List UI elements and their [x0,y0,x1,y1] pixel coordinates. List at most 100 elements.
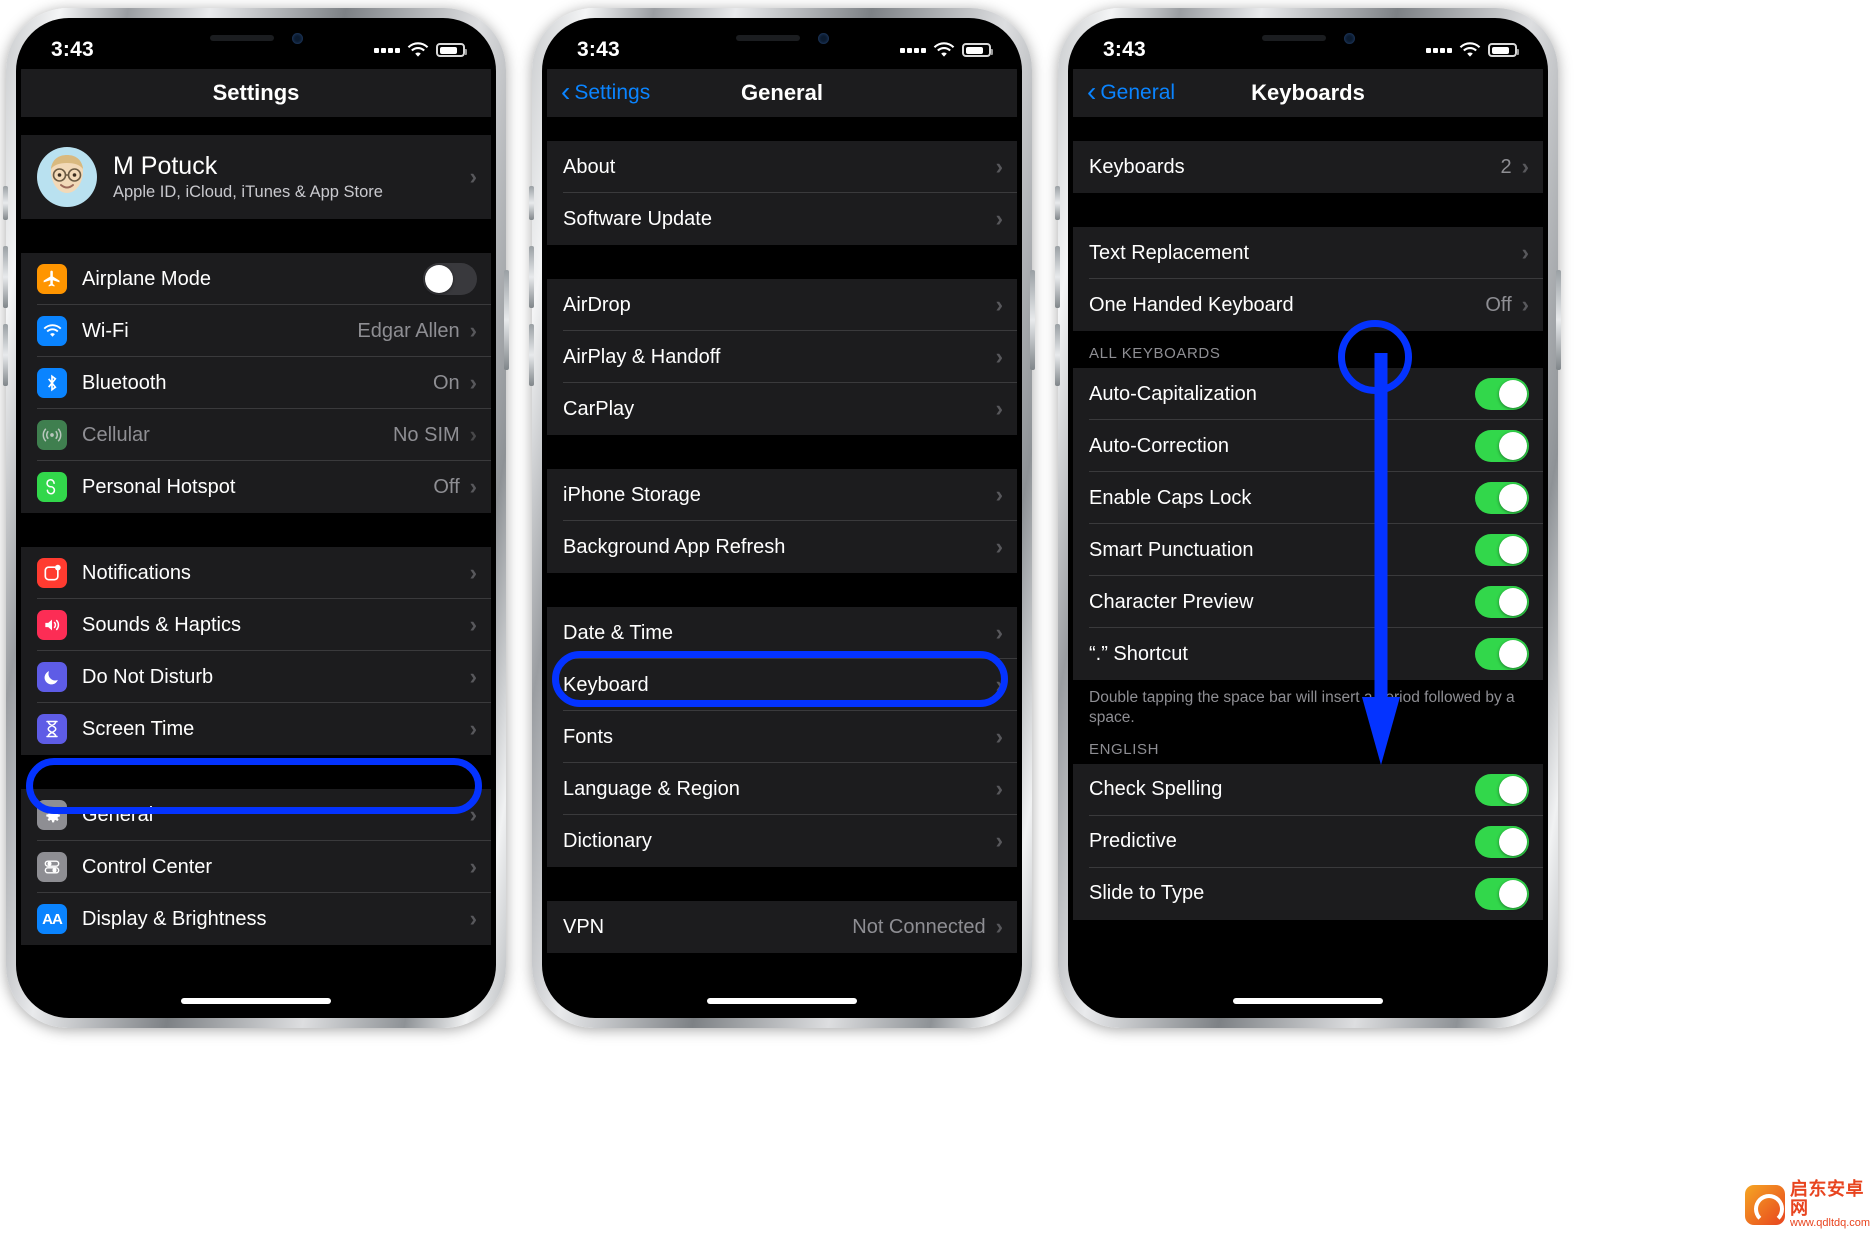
settings-row-do-not-disturb[interactable]: Do Not Disturb › [21,651,491,703]
predictive-toggle[interactable] [1475,825,1529,858]
general-row-about[interactable]: About › [547,141,1017,193]
general-row-vpn[interactable]: VPN Not Connected › [547,901,1017,953]
auto-capitalization-toggle[interactable] [1475,378,1529,410]
general-row-date-time[interactable]: Date & Time › [547,607,1017,659]
airplane-mode-toggle[interactable] [423,263,477,295]
status-time: 3:43 [1103,38,1146,61]
enable-caps-lock-toggle[interactable] [1475,482,1529,514]
keyboards-group-2: Text Replacement › One Handed Keyboard O… [1073,227,1543,331]
settings-row-cellular[interactable]: Cellular No SIM › [21,409,491,461]
general-row-iphone-storage[interactable]: iPhone Storage › [547,469,1017,521]
settings-row-wifi[interactable]: Wi-Fi Edgar Allen › [21,305,491,357]
signal-dots-icon [1426,47,1452,53]
general-row-software-update[interactable]: Software Update › [547,193,1017,245]
keyboards-row-text-replacement[interactable]: Text Replacement › [1073,227,1543,279]
keyboards-row-keyboards[interactable]: Keyboards 2 › [1073,141,1543,193]
home-indicator[interactable] [1233,998,1383,1004]
battery-icon [436,43,467,57]
power-button[interactable] [504,270,509,370]
keyboards-list[interactable]: Keyboards 2 › Text Replacement › One Han… [1073,117,1543,1013]
volume-up-button[interactable] [529,246,534,308]
home-indicator[interactable] [181,998,331,1004]
home-indicator[interactable] [707,998,857,1004]
general-group-2: AirDrop › AirPlay & Handoff › CarPlay › [547,279,1017,435]
character-preview-toggle[interactable] [1475,586,1529,618]
back-label: Settings [574,81,651,104]
general-list[interactable]: About › Software Update › AirDrop › AirP… [547,117,1017,1013]
general-row-carplay[interactable]: CarPlay › [547,383,1017,435]
row-label: Background App Refresh [563,535,786,558]
keyboards-row-check-spelling[interactable]: Check Spelling [1073,763,1543,816]
slide-to-type-toggle[interactable] [1475,877,1529,910]
bluetooth-icon [37,368,67,398]
settings-row-personal-hotspot[interactable]: Personal Hotspot Off › [21,461,491,513]
keyboards-row-slide-to-type[interactable]: Slide to Type [1073,867,1543,920]
volume-down-button[interactable] [3,324,8,386]
back-label: General [1100,81,1176,104]
signal-dots-icon [900,47,926,53]
row-label: Date & Time [563,621,674,644]
check-spelling-toggle[interactable] [1475,773,1529,806]
volume-up-button[interactable] [3,246,8,308]
settings-row-notifications[interactable]: Notifications › [21,547,491,599]
keyboards-row-one-handed-keyboard[interactable]: One Handed Keyboard Off › [1073,279,1543,331]
general-row-background-app-refresh[interactable]: Background App Refresh › [547,521,1017,573]
settings-row-control-center[interactable]: Control Center › [21,841,491,893]
chevron-right-icon: › [995,206,1003,231]
keyboards-row-auto-capitalization[interactable]: Auto-Capitalization [1073,368,1543,420]
general-row-keyboard[interactable]: Keyboard › [547,659,1017,711]
phone-3-bezel: 3:43 ‹ General Keyboards Keyboards 2 › T… [1068,18,1548,1018]
section-header-english: ENGLISH [1073,732,1543,764]
general-group: General › Control Center › AA Display & … [21,789,491,945]
mute-switch[interactable] [3,186,8,220]
general-row-fonts[interactable]: Fonts › [547,711,1017,763]
chevron-right-icon: › [469,370,477,395]
auto-correction-toggle[interactable] [1475,430,1529,462]
chevron-right-icon: › [469,422,477,447]
power-button[interactable] [1556,270,1561,370]
back-button-general[interactable]: ‹ General [1087,76,1176,107]
keyboards-row-auto-correction[interactable]: Auto-Correction [1073,420,1543,472]
page-title: General [741,80,823,105]
settings-row-bluetooth[interactable]: Bluetooth On › [21,357,491,409]
volume-down-button[interactable] [529,324,534,386]
chevron-left-icon: ‹ [1087,76,1097,107]
volume-up-button[interactable] [1055,246,1060,308]
keyboards-row-period-shortcut[interactable]: “.” Shortcut [1073,628,1543,680]
period-shortcut-toggle[interactable] [1475,638,1529,670]
connectivity-group: Airplane Mode Wi-Fi Edgar Allen › Blueto… [21,253,491,513]
spacer [21,219,491,253]
chevron-right-icon: › [995,396,1003,421]
settings-row-sounds-haptics[interactable]: Sounds & Haptics › [21,599,491,651]
general-row-language-region[interactable]: Language & Region › [547,763,1017,815]
spacer [1073,117,1543,141]
power-button[interactable] [1030,270,1035,370]
row-label: General [82,803,154,826]
row-label: Keyboards [1089,155,1185,178]
general-row-airplay-handoff[interactable]: AirPlay & Handoff › [547,331,1017,383]
account-text: M Potuck Apple ID, iCloud, iTunes & App … [113,152,470,203]
smart-punctuation-toggle[interactable] [1475,534,1529,566]
settings-row-screen-time[interactable]: Screen Time › [21,703,491,755]
apple-id-row[interactable]: M Potuck Apple ID, iCloud, iTunes & App … [21,135,491,219]
settings-row-airplane-mode[interactable]: Airplane Mode [21,253,491,305]
chevron-right-icon: › [995,482,1003,507]
row-label: Smart Punctuation [1089,538,1254,561]
general-row-airdrop[interactable]: AirDrop › [547,279,1017,331]
mute-switch[interactable] [1055,186,1060,220]
back-button-settings[interactable]: ‹ Settings [561,78,651,106]
row-value: Not Connected [852,915,986,938]
row-label: Enable Caps Lock [1089,486,1252,509]
mute-switch[interactable] [529,186,534,220]
keyboards-row-character-preview[interactable]: Character Preview [1073,576,1543,628]
settings-row-general[interactable]: General › [21,789,491,841]
hourglass-icon [37,714,67,744]
account-group: M Potuck Apple ID, iCloud, iTunes & App … [21,135,491,219]
general-row-dictionary[interactable]: Dictionary › [547,815,1017,867]
keyboards-row-enable-caps-lock[interactable]: Enable Caps Lock [1073,472,1543,524]
settings-list[interactable]: M Potuck Apple ID, iCloud, iTunes & App … [21,117,491,1013]
volume-down-button[interactable] [1055,324,1060,386]
keyboards-row-smart-punctuation[interactable]: Smart Punctuation [1073,524,1543,576]
keyboards-row-predictive[interactable]: Predictive [1073,815,1543,868]
settings-row-display-brightness[interactable]: AA Display & Brightness › [21,893,491,945]
